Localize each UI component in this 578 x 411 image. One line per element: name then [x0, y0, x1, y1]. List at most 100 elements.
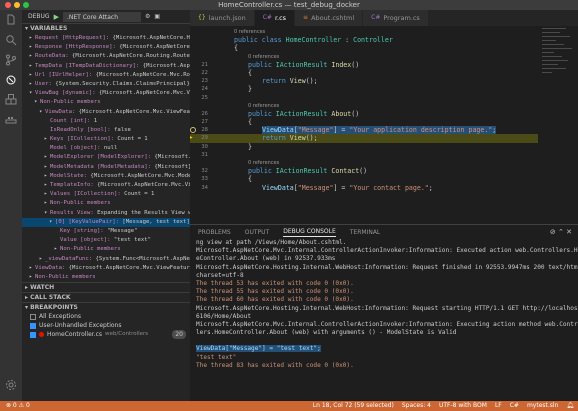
language-mode[interactable]: C#	[510, 401, 519, 411]
notifications-bell-icon[interactable]: 🔔︎	[566, 401, 574, 411]
encoding[interactable]: UTF-8 with BOM	[439, 401, 487, 411]
variable-row[interactable]: ▸ Request [HttpRequest]: {Microsoft.AspNe…	[22, 34, 190, 43]
close-window-button[interactable]	[5, 2, 11, 8]
code-line: {	[248, 68, 252, 77]
variable-value: {Microsoft.AspNetCore.Mvc.ViewFeatures}	[97, 182, 190, 188]
cursor-position[interactable]: Ln 18, Col 72 (59 selected)	[313, 401, 394, 411]
breakpoint-checkbox[interactable]	[30, 322, 36, 329]
viewdata-about-line: ViewData["Message"] = "Your application …	[262, 126, 497, 135]
variable-row[interactable]: Value [object]: "test text"	[22, 236, 190, 245]
breakpoint-checkbox[interactable]	[30, 313, 36, 320]
settings-gear-icon[interactable]: ⚙	[145, 13, 150, 20]
variable-row[interactable]: ▸ Values [ICollection]: Count = 1	[22, 190, 190, 199]
editor-tab[interactable]: ≡ About.cshtml	[295, 10, 364, 26]
variable-row[interactable]: ▾ ViewData: {Microsoft.AspNetCore.Mvc.Vie…	[22, 108, 190, 117]
variable-row[interactable]: ▸ ModelMetadata [ModelMetadata]: {Microso…	[22, 163, 190, 172]
variable-row[interactable]: ▸ ModelExplorer [ModelExplorer]: {Microso…	[22, 153, 190, 162]
watch-section-header[interactable]: ▸ WATCH	[22, 282, 190, 293]
variable-name: ViewData:	[45, 108, 76, 115]
variable-row[interactable]: ▸ TempData [ITempDataDictionary]: {Micros…	[22, 62, 190, 71]
breakpoints-section-title: BREAKPOINTS	[30, 304, 78, 312]
editor-tab[interactable]: C# Program.cs	[363, 10, 429, 26]
source-control-icon[interactable]	[5, 54, 17, 66]
variable-row[interactable]: ▸ Non-Public members	[22, 245, 190, 254]
variable-row[interactable]: ▾ [0] [KeyValuePair]: [Message, test text…	[22, 217, 190, 227]
variable-row[interactable]: ▸ _viewDataFunc: {System.Func<Microsoft.A…	[22, 255, 190, 264]
variable-row[interactable]: ▸ Keys [ICollection]: Count = 1	[22, 135, 190, 144]
variable-row[interactable]: Count [int]: 1	[22, 117, 190, 126]
extensions-icon[interactable]	[5, 94, 17, 106]
code-line: }	[248, 85, 252, 94]
search-icon[interactable]	[5, 34, 17, 46]
variable-row[interactable]: ▸ Response [HttpResponse]: {Microsoft.Asp…	[22, 43, 190, 52]
variable-row[interactable]: IsReadOnly [bool]: false	[22, 126, 190, 135]
variable-name: Key [string]:	[60, 227, 104, 234]
variable-name: [0] [KeyValuePair]:	[55, 218, 119, 225]
line-number: 33	[201, 176, 208, 183]
codelens-references[interactable]: 0 references	[248, 159, 279, 167]
project-selector[interactable]: mytest.sln	[527, 401, 558, 411]
variables-section-header[interactable]: ▾ VARIABLES	[22, 23, 190, 33]
panel-tab[interactable]: TERMINAL	[350, 229, 381, 236]
start-debugging-icon[interactable]: ▶	[54, 13, 59, 21]
close-panel-icon[interactable]: ✕	[566, 228, 572, 236]
panel-tab[interactable]: PROBLEMS	[198, 229, 231, 236]
panel-tab[interactable]: OUTPUT	[245, 229, 269, 236]
call-stack-section-header[interactable]: ▸ CALL STACK	[22, 292, 190, 303]
variable-row[interactable]: ▸ RouteData: {Microsoft.AspNetCore.Routin…	[22, 52, 190, 61]
variables-tree: ▸ Request [HttpRequest]: {Microsoft.AspNe…	[22, 33, 190, 282]
codelens-references[interactable]: 0 references	[234, 28, 265, 36]
variable-row[interactable]: ▾ Results View: Expanding the Results Vie…	[22, 209, 190, 218]
variable-name: ViewBag [dynamic]:	[35, 90, 96, 97]
variable-row[interactable]: Model [object]: null	[22, 144, 190, 153]
end-of-line[interactable]: LF	[495, 401, 502, 411]
codelens-references[interactable]: 0 references	[248, 102, 279, 110]
variable-name: Values [ICollection]:	[50, 191, 121, 198]
problems-icon[interactable]: ⊗ 0 ⚠ 0	[6, 401, 30, 411]
file-type-icon: C#	[262, 14, 272, 21]
maximize-panel-icon[interactable]: ⌃	[558, 228, 564, 236]
variable-row[interactable]: ▸ TemplateInfo: {Microsoft.AspNetCore.Mvc…	[22, 181, 190, 190]
clear-console-icon[interactable]: ⊘	[550, 228, 556, 236]
debug-console-output[interactable]: ng view at path /Views/Home/About.cshtml…	[190, 239, 578, 370]
breakpoint-item[interactable]: HomeController.cs web/Controllers 20	[22, 330, 190, 340]
panel-tab[interactable]: DEBUG CONSOLE	[283, 228, 336, 237]
variable-row[interactable]: ▸ Non-Public members	[22, 273, 190, 282]
variable-name: RouteData:	[35, 53, 69, 60]
variable-row[interactable]: ▸ Non-Public members	[22, 199, 190, 208]
variable-name: Model [object]:	[50, 145, 101, 152]
variable-row[interactable]: Key [string]: "Message"	[22, 227, 190, 236]
minimap[interactable]	[538, 26, 578, 224]
line-number: 34	[201, 184, 208, 191]
breakpoint-item[interactable]: User-Unhandled Exceptions	[22, 321, 190, 330]
codelens-references[interactable]: 0 references	[248, 53, 279, 61]
breakpoints-section-header[interactable]: ▾ BREAKPOINTS	[22, 302, 190, 313]
variable-value: {Microsoft.AspNetCore}	[154, 154, 190, 161]
console-line: Microsoft.AspNetCore.Mvc.Internal.Contro…	[196, 320, 578, 328]
editor-tab[interactable]: C# r.cs	[254, 10, 296, 26]
indentation[interactable]: Spaces: 4	[402, 401, 431, 411]
terminal-icon[interactable]: ▣	[154, 13, 160, 20]
minimap-line	[542, 56, 562, 57]
variable-row[interactable]: ▸ Url [IUrlHelper]: {Microsoft.AspNetCore…	[22, 71, 190, 80]
breakpoint-item[interactable]: All Exceptions	[22, 312, 190, 321]
code-editor[interactable]: 0 references public class HomeController…	[190, 26, 578, 224]
explorer-icon[interactable]	[5, 14, 17, 26]
variable-row[interactable]: ▾ ViewBag [dynamic]: {Microsoft.AspNetCor…	[22, 89, 190, 98]
variable-row[interactable]: ▸ ModelState: {Microsoft.AspNetCore.Mvc.M…	[22, 172, 190, 181]
line-number: 27	[201, 119, 208, 126]
docker-icon[interactable]	[5, 114, 17, 126]
minimize-window-button[interactable]	[14, 2, 20, 8]
settings-gear-icon[interactable]	[5, 379, 17, 391]
maximize-window-button[interactable]	[23, 2, 29, 8]
variable-row[interactable]: ▸ User: {System.Security.Claims.ClaimsPri…	[22, 80, 190, 89]
variable-row[interactable]: ▾ Non-Public members	[22, 98, 190, 107]
launch-config-select[interactable]: .NET Core Attach	[62, 11, 141, 22]
breakpoint-path: web/Controllers	[105, 331, 149, 338]
variable-value: [Message, test text]	[119, 218, 190, 225]
breakpoint-checkbox[interactable]	[30, 331, 36, 338]
editor-tab[interactable]: {} launch.json	[190, 10, 255, 26]
breakpoint-label: User-Unhandled Exceptions	[39, 322, 122, 330]
variable-row[interactable]: ▸ ViewData: {Microsoft.AspNetCore.Mvc.Vie…	[22, 264, 190, 273]
debug-icon[interactable]	[5, 74, 17, 86]
